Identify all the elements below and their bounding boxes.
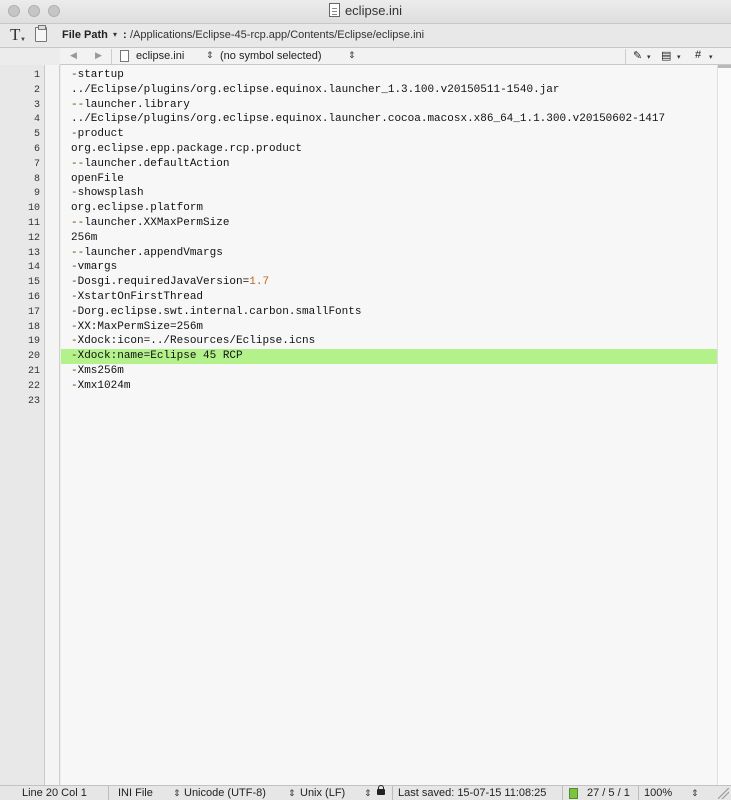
- line-number: 20: [27, 351, 40, 363]
- divider: [392, 786, 393, 800]
- forward-arrow-icon[interactable]: ▶: [95, 50, 102, 61]
- code-line[interactable]: openFile: [71, 173, 124, 185]
- code-line[interactable]: -Xmx1024m: [71, 380, 130, 392]
- file-selector[interactable]: eclipse.ini: [136, 50, 184, 62]
- vertical-scrollbar[interactable]: [717, 65, 731, 785]
- symbol-selector-updown-icon[interactable]: ⇕: [348, 50, 356, 61]
- line-number: 6: [33, 144, 40, 155]
- document-stack-icon[interactable]: ▤: [661, 49, 671, 62]
- code-line[interactable]: org.eclipse.epp.package.rcp.product: [71, 143, 302, 155]
- updown-icon[interactable]: ⇕: [288, 788, 296, 799]
- code-line[interactable]: -startup: [71, 69, 124, 81]
- lock-icon[interactable]: [377, 785, 385, 795]
- line-number: 21: [27, 366, 40, 377]
- line-number: 23: [27, 395, 40, 407]
- document-icon[interactable]: [328, 3, 340, 17]
- cursor-position: Line 20 Col 1: [22, 787, 87, 799]
- file-path-value[interactable]: /Applications/Eclipse-45-rcp.app/Content…: [130, 29, 424, 41]
- code-line[interactable]: -Xms256m: [71, 365, 124, 377]
- line-number: 4: [33, 114, 40, 126]
- navigation-bar: ◀ ▶ eclipse.ini ⇕ (no symbol selected) ⇕…: [60, 48, 731, 65]
- line-number: 17: [27, 306, 40, 318]
- code-line[interactable]: -vmargs: [71, 261, 117, 273]
- code-line[interactable]: ../Eclipse/plugins/org.eclipse.equinox.l…: [71, 113, 665, 125]
- path-colon: :: [123, 29, 127, 41]
- divider: [638, 786, 639, 800]
- updown-icon[interactable]: ⇕: [173, 788, 181, 799]
- line-number: 2: [33, 84, 40, 96]
- code-line[interactable]: -product: [71, 128, 124, 140]
- code-line[interactable]: --launcher.XXMaxPermSize: [71, 217, 229, 229]
- document-info-icon[interactable]: [569, 788, 578, 799]
- back-arrow-icon[interactable]: ◀: [70, 50, 77, 61]
- symbol-selector[interactable]: (no symbol selected): [220, 50, 322, 62]
- line-number: 1: [33, 70, 40, 81]
- line-number: 5: [33, 129, 40, 141]
- divider: [625, 49, 626, 64]
- code-line[interactable]: -Dorg.eclipse.swt.internal.carbon.smallF…: [71, 306, 361, 318]
- text-options-button[interactable]: T: [10, 25, 20, 45]
- syntax-selector[interactable]: INI File: [118, 787, 153, 799]
- code-line[interactable]: -XstartOnFirstThread: [71, 291, 203, 303]
- encoding-selector[interactable]: Unicode (UTF-8): [184, 787, 266, 799]
- line-number: 8: [33, 173, 40, 185]
- code-line[interactable]: --launcher.library: [71, 99, 190, 111]
- line-number: 14: [27, 262, 40, 274]
- pen-icon[interactable]: ✎: [633, 49, 642, 62]
- code-line[interactable]: -showsplash: [71, 187, 144, 199]
- line-number: 10: [27, 203, 40, 215]
- file-selector-updown-icon[interactable]: ⇕: [206, 50, 214, 61]
- code-line[interactable]: org.eclipse.platform: [71, 202, 203, 214]
- code-line[interactable]: -Xdock:name=Eclipse 45 RCP: [71, 350, 243, 362]
- hash-icon[interactable]: #: [695, 49, 701, 61]
- line-number: 18: [27, 321, 40, 333]
- chevron-down-icon: ▼: [20, 37, 26, 43]
- chevron-down-icon[interactable]: ▾: [647, 53, 651, 61]
- window-title-text: eclipse.ini: [344, 3, 403, 18]
- window-title: eclipse.ini: [0, 3, 731, 18]
- line-number: 12: [27, 232, 40, 244]
- line-number: 11: [27, 218, 40, 229]
- file-icon: [120, 50, 129, 62]
- updown-icon[interactable]: ⇕: [691, 788, 699, 799]
- line-endings-selector[interactable]: Unix (LF): [300, 787, 345, 799]
- text-editor[interactable]: -startup ../Eclipse/plugins/org.eclipse.e…: [61, 65, 717, 785]
- divider: [108, 786, 109, 800]
- path-bar: T ▼ File Path ▾ : /Applications/Eclipse-…: [0, 24, 731, 48]
- line-number: 13: [27, 247, 40, 259]
- window-titlebar: eclipse.ini: [0, 0, 731, 24]
- code-line[interactable]: -Xdock:icon=../Resources/Eclipse.icns: [71, 335, 315, 347]
- code-line[interactable]: --launcher.defaultAction: [71, 158, 229, 170]
- line-number: 7: [33, 158, 40, 170]
- code-line[interactable]: -XX:MaxPermSize=256m: [71, 321, 203, 333]
- path-menu-chevron-icon[interactable]: ▾: [113, 30, 117, 39]
- line-number: 9: [33, 188, 40, 200]
- code-line[interactable]: -Dosgi.requiredJavaVersion=1.7: [71, 276, 269, 288]
- last-saved-label: Last saved: 15-07-15 11:08:25: [398, 787, 547, 799]
- line-number: 19: [27, 336, 40, 348]
- line-number: 22: [27, 380, 40, 392]
- status-bar: Line 20 Col 1 INI File ⇕ Unicode (UTF-8)…: [0, 785, 731, 800]
- divider: [562, 786, 563, 800]
- line-number: 3: [33, 99, 40, 111]
- chevron-down-icon[interactable]: ▾: [709, 53, 713, 61]
- clipboard-icon[interactable]: [35, 25, 47, 42]
- line-number: 15: [27, 277, 40, 289]
- divider: [111, 49, 112, 64]
- zoom-selector[interactable]: 100%: [644, 787, 672, 799]
- document-stats: 27 / 5 / 1: [587, 787, 630, 799]
- file-path-label[interactable]: File Path: [62, 29, 108, 41]
- chevron-down-icon[interactable]: ▾: [677, 53, 681, 61]
- resize-grip-icon[interactable]: [718, 788, 729, 799]
- code-line[interactable]: ../Eclipse/plugins/org.eclipse.equinox.l…: [71, 84, 559, 96]
- fold-column: [45, 65, 60, 785]
- code-line[interactable]: 256m: [71, 232, 97, 244]
- line-number: 16: [27, 292, 40, 303]
- updown-icon[interactable]: ⇕: [364, 788, 372, 799]
- line-number-gutter: 1 2 3 4 5 6 7 8 9 10 11 12 13 14 15 16 17 18 19 20 21 22 23: [0, 65, 45, 785]
- code-line[interactable]: --launcher.appendVmargs: [71, 247, 223, 259]
